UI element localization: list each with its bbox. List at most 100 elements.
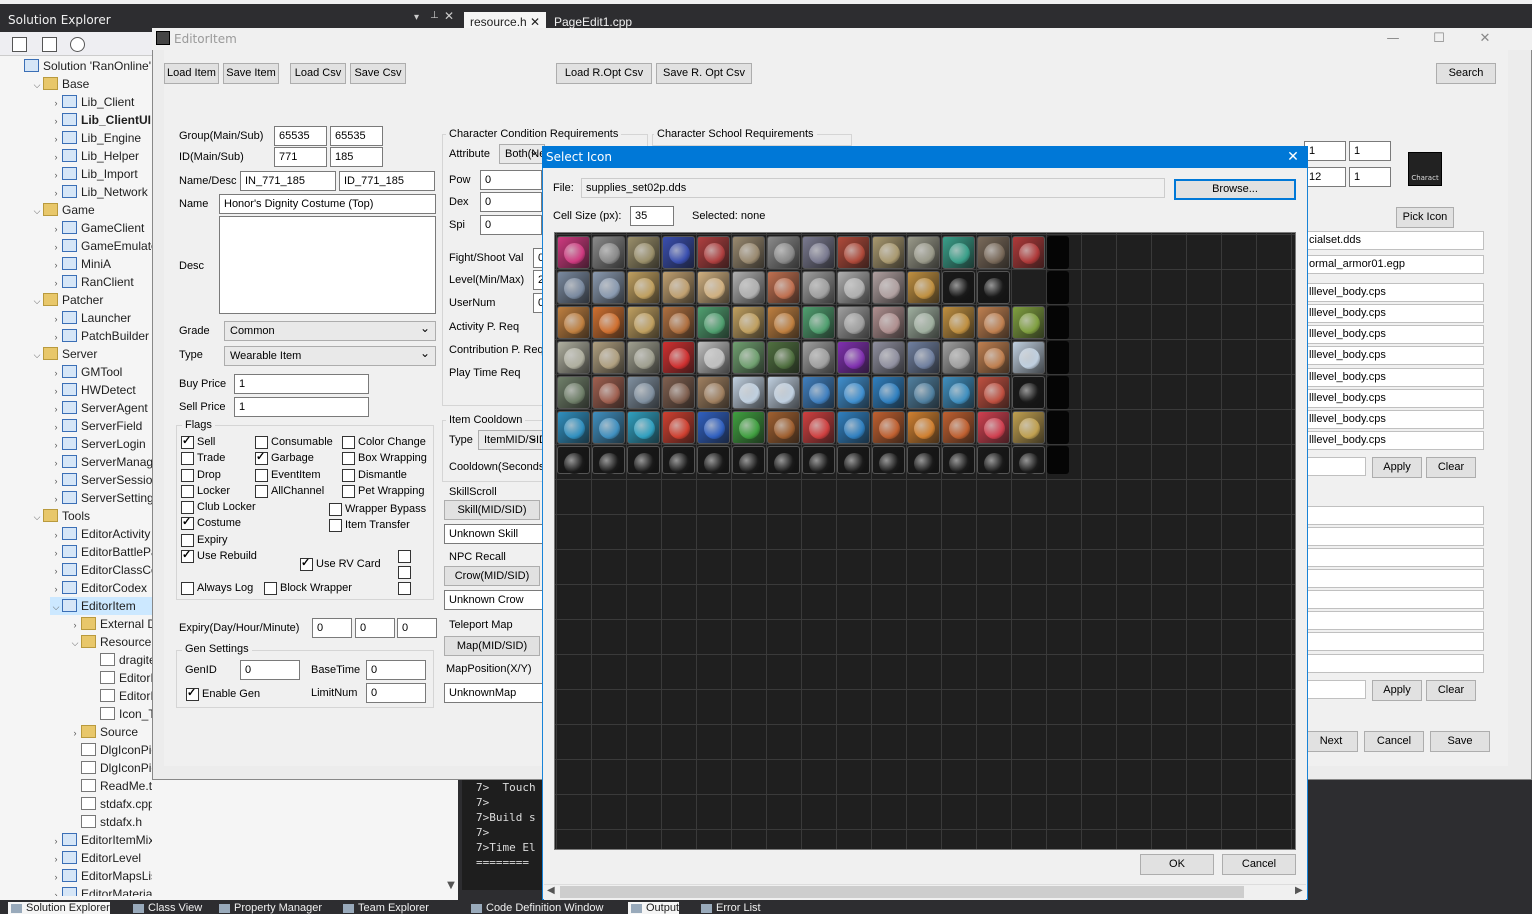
use-rv-card-checkbox[interactable]: Use RV Card xyxy=(300,556,381,571)
cell-size-field[interactable]: 35 xyxy=(630,206,674,226)
save-ropt-csv-button[interactable]: Save R. Opt Csv xyxy=(656,63,752,84)
icon-cell[interactable] xyxy=(697,446,730,474)
chevron-right-icon[interactable]: › xyxy=(50,184,62,202)
tree-item[interactable]: › GameEmulator xyxy=(50,237,152,255)
icon-cell[interactable] xyxy=(907,306,940,339)
tree-item[interactable]: › EditorCodex xyxy=(50,579,152,597)
drop-checkbox[interactable]: Drop xyxy=(181,468,221,482)
icon-cell[interactable] xyxy=(662,411,695,444)
tree-item[interactable]: ⌵ Server xyxy=(31,345,152,363)
tree-item[interactable]: dragitem.cur xyxy=(88,651,152,669)
collapse-all-icon[interactable] xyxy=(12,37,27,52)
chevron-right-icon[interactable]: › xyxy=(50,274,62,292)
icon-cell[interactable] xyxy=(592,306,625,339)
chevron-right-icon[interactable]: › xyxy=(50,364,62,382)
icon-cell[interactable] xyxy=(872,271,905,304)
icon-cell[interactable] xyxy=(557,376,590,409)
load-item-button[interactable]: Load Item xyxy=(164,63,219,84)
allchannel-checkbox[interactable]: AllChannel xyxy=(255,484,324,498)
right-field-1b[interactable]: 1 xyxy=(1349,141,1391,161)
chevron-right-icon[interactable]: › xyxy=(50,166,62,184)
bottom-tab[interactable]: Team Explorer xyxy=(340,902,429,914)
chevron-right-icon[interactable]: › xyxy=(50,868,62,886)
icon-cell[interactable] xyxy=(627,446,660,474)
icon-cell[interactable] xyxy=(942,236,975,269)
close-icon[interactable]: ✕ xyxy=(444,9,454,23)
icon-cell[interactable] xyxy=(1012,411,1045,444)
icon-cell[interactable] xyxy=(627,411,660,444)
icon-cell[interactable] xyxy=(802,411,835,444)
pow-field[interactable]: 0 xyxy=(480,170,542,190)
chevron-right-icon[interactable]: › xyxy=(50,886,62,896)
cps-field-5[interactable]: lllevel_body.cps xyxy=(1304,368,1484,387)
tree-item[interactable]: › EditorMapsList xyxy=(50,867,152,885)
crow-mid-sid-button[interactable]: Crow(MID/SID) xyxy=(444,566,540,586)
icon-cell[interactable] xyxy=(557,411,590,444)
tree-item[interactable]: › EditorClassConst xyxy=(50,561,152,579)
tab-close-icon[interactable]: ✕ xyxy=(530,15,540,29)
cps-field-7[interactable]: lllevel_body.cps xyxy=(1304,410,1484,429)
dialog-close-icon[interactable]: ✕ xyxy=(1280,146,1306,168)
tree-item[interactable]: › MiniA xyxy=(50,255,152,273)
search-icon[interactable] xyxy=(70,37,85,52)
tree-item[interactable]: › EditorLevel xyxy=(50,849,152,867)
chevron-down-icon[interactable]: ⌵ xyxy=(50,598,62,616)
tree-item[interactable]: › EditorBattlePass xyxy=(50,543,152,561)
tree-item[interactable]: › EditorItemMix xyxy=(50,831,152,849)
extra-checkbox-3[interactable] xyxy=(398,581,414,595)
tree-item[interactable]: › Lib_Client xyxy=(50,93,152,111)
empty-cell[interactable] xyxy=(1047,271,1069,304)
icon-cell[interactable] xyxy=(977,411,1010,444)
chevron-down-icon[interactable]: ⌵ xyxy=(31,508,43,526)
expiry-hour-field[interactable]: 0 xyxy=(355,618,395,638)
icon-cell[interactable] xyxy=(662,271,695,304)
chevron-right-icon[interactable]: › xyxy=(50,544,62,562)
tree-item[interactable]: stdafx.h xyxy=(69,813,152,831)
icon-cell[interactable] xyxy=(942,341,975,374)
right-field-2b[interactable]: 1 xyxy=(1349,167,1391,187)
costume-checkbox[interactable]: Costume xyxy=(181,515,241,530)
type-select[interactable]: Wearable Item xyxy=(224,344,436,366)
crow-value-field[interactable]: Unknown Crow xyxy=(444,590,544,610)
icon-cell[interactable] xyxy=(767,341,800,374)
expiry-minute-field[interactable]: 0 xyxy=(397,618,437,638)
bottom-tab[interactable]: Property Manager xyxy=(216,902,322,914)
icon-cell[interactable] xyxy=(907,411,940,444)
file-field[interactable]: supplies_set02p.dds xyxy=(581,178,1165,198)
tree-item[interactable]: › Source xyxy=(69,723,152,741)
group-main-field[interactable]: 65535 xyxy=(274,126,327,146)
apply-field-2[interactable] xyxy=(1304,680,1366,699)
spi-field[interactable]: 0 xyxy=(480,215,542,235)
icon-cell[interactable] xyxy=(977,446,1010,474)
chevron-right-icon[interactable]: › xyxy=(69,616,81,634)
tree-item[interactable]: ⌵ EditorItem xyxy=(50,597,152,615)
scroll-right-icon[interactable]: ▶ xyxy=(1295,885,1303,896)
scroll-left-icon[interactable]: ◀ xyxy=(547,885,555,896)
icon-cell[interactable] xyxy=(942,411,975,444)
icon-cell[interactable] xyxy=(767,411,800,444)
icon-file-field[interactable]: cialset.dds xyxy=(1304,231,1484,250)
consumable-checkbox[interactable]: Consumable xyxy=(255,435,333,449)
club-locker-checkbox[interactable]: Club Locker xyxy=(181,500,256,514)
icon-cell[interactable] xyxy=(942,376,975,409)
id-sub-field[interactable]: 185 xyxy=(330,147,383,167)
bottom-tab[interactable]: Class View xyxy=(130,902,202,914)
bottom-tab[interactable]: Code Definition Window xyxy=(468,902,603,914)
chevron-right-icon[interactable]: › xyxy=(50,256,62,274)
chevron-right-icon[interactable]: › xyxy=(50,562,62,580)
extra-field-4[interactable] xyxy=(1304,569,1484,588)
icon-cell[interactable] xyxy=(767,446,800,474)
icon-cell[interactable] xyxy=(662,376,695,409)
chevron-right-icon[interactable]: › xyxy=(50,310,62,328)
save-csv-button[interactable]: Save Csv xyxy=(350,63,406,84)
chevron-right-icon[interactable]: › xyxy=(50,400,62,418)
icon-cell[interactable] xyxy=(627,306,660,339)
icon-cell[interactable] xyxy=(872,306,905,339)
empty-cell[interactable] xyxy=(1047,236,1069,269)
icon-cell[interactable] xyxy=(802,271,835,304)
tree-item[interactable]: › ServerAgent xyxy=(50,399,152,417)
chevron-right-icon[interactable]: › xyxy=(50,832,62,850)
ok-button[interactable]: OK xyxy=(1140,854,1214,875)
load-ropt-csv-button[interactable]: Load R.Opt Csv xyxy=(556,63,652,84)
tree-item[interactable]: › EditorMaterial xyxy=(50,885,152,896)
